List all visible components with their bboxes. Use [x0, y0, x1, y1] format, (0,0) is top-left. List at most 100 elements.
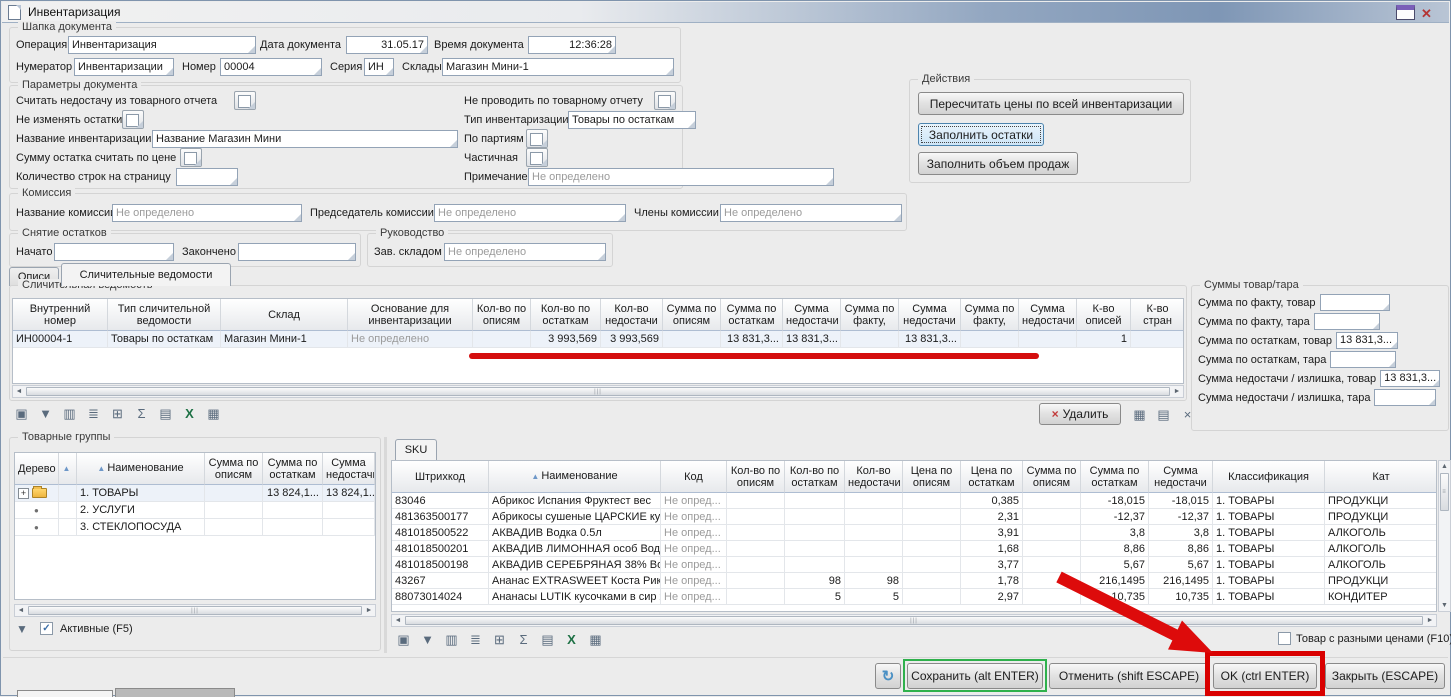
scroll-up-icon[interactable]: ▲ — [1439, 461, 1450, 472]
group-row[interactable]: ● 2. УСЛУГИ — [15, 502, 375, 519]
rows-per-page-input[interactable] — [176, 168, 238, 186]
scroll-thumb[interactable]: ||| — [28, 606, 362, 615]
column-header[interactable]: Сумма по описям — [205, 453, 263, 485]
column-header[interactable]: Кол-во по описям — [473, 299, 531, 331]
table-row[interactable]: 83046Абрикос Испания Фруктест весНе опре… — [392, 493, 1437, 509]
column-header[interactable]: Кол-во по остаткам — [785, 461, 845, 493]
groups-h-scrollbar[interactable]: ◄ ||| ► — [14, 604, 376, 617]
calculator-icon[interactable]: ⊞ — [491, 631, 508, 648]
numbered-list-icon[interactable]: ≣ — [85, 405, 102, 422]
total-input[interactable]: 13 831,3... — [1380, 370, 1440, 387]
scroll-right-icon[interactable]: ► — [1424, 615, 1436, 626]
date-input[interactable]: 31.05.17 — [346, 36, 428, 54]
column-header[interactable]: Код — [661, 461, 727, 493]
scroll-left-icon[interactable]: ◄ — [15, 605, 27, 616]
total-input[interactable]: 13 831,3... — [1336, 332, 1398, 349]
column-header[interactable]: Сумма недостачи — [783, 299, 841, 331]
column-header[interactable]: Кол-во недостачи — [845, 461, 903, 493]
column-header[interactable]: Цена по остаткам — [961, 461, 1023, 493]
table-view-icon[interactable]: ▦ — [1131, 406, 1148, 423]
numbered-list-icon[interactable]: ≣ — [467, 631, 484, 648]
sum-icon[interactable]: Σ — [133, 405, 150, 422]
chairman-input[interactable]: Не определено — [434, 204, 626, 222]
calculator-icon[interactable]: ⊞ — [109, 405, 126, 422]
number-input[interactable]: 00004 — [220, 58, 322, 76]
active-filter-checkbox[interactable]: ✓ — [40, 622, 53, 635]
column-header[interactable]: Сумма недостачи — [1019, 299, 1077, 331]
grid-settings-icon[interactable]: ▦ — [205, 405, 222, 422]
fill-stock-button[interactable]: Заполнить остатки — [918, 123, 1044, 146]
delete-button[interactable]: × Удалить — [1039, 403, 1121, 425]
column-header[interactable]: Сумма по описям — [663, 299, 721, 331]
filter-add-icon[interactable]: ▼ — [37, 405, 54, 422]
note-input[interactable]: Не определено — [528, 168, 834, 186]
by-batch-checkbox[interactable] — [526, 129, 548, 148]
time-input[interactable]: 12:36:28 — [528, 36, 616, 54]
column-header[interactable]: Кол-во недостачи — [601, 299, 663, 331]
filter-add-icon[interactable]: ▼ — [419, 631, 436, 648]
splitter[interactable] — [384, 437, 387, 653]
column-header[interactable]: Тип сличительной ведомости — [108, 299, 221, 331]
column-header[interactable]: Цена по описям — [903, 461, 961, 493]
column-header[interactable]: Сумма по остаткам — [1081, 461, 1149, 493]
sku-v-scrollbar[interactable]: ▲ ≡ ▼ — [1438, 460, 1451, 612]
column-header[interactable]: Кат — [1325, 461, 1437, 493]
operation-input[interactable]: Инвентаризация — [68, 36, 256, 54]
total-input[interactable] — [1374, 389, 1436, 406]
scroll-thumb[interactable]: ≡ — [1440, 473, 1449, 511]
print-icon[interactable]: ▤ — [539, 631, 556, 648]
column-header[interactable]: К-во описей — [1077, 299, 1131, 331]
table-row[interactable]: ИН00004-1Товары по остаткамМагазин Мини-… — [13, 331, 1184, 348]
finished-input[interactable] — [238, 243, 356, 261]
restore-button[interactable] — [1396, 5, 1415, 20]
fill-sales-button[interactable]: Заполнить объем продаж — [918, 152, 1078, 175]
table-row[interactable]: 88073014024Ананасы LUTIK кусочками в сир… — [392, 589, 1437, 605]
group-row[interactable]: + 1. ТОВАРЫ 13 824,1... 13 824,1... — [15, 485, 375, 502]
sheet-h-scrollbar[interactable]: ◄ ||| ► — [12, 385, 1184, 398]
total-input[interactable] — [1314, 313, 1380, 330]
column-header[interactable]: К-во стран — [1131, 299, 1184, 331]
scroll-left-icon[interactable]: ◄ — [392, 615, 404, 626]
excel-export-icon[interactable]: X — [563, 631, 580, 648]
column-header[interactable]: Склад — [221, 299, 348, 331]
column-header[interactable]: Дерево — [15, 453, 59, 485]
started-input[interactable] — [54, 243, 174, 261]
column-header[interactable]: Сумма по факту, — [841, 299, 899, 331]
tab-sku[interactable]: SKU — [395, 439, 437, 460]
column-header[interactable]: Сумма по описям — [1023, 461, 1081, 493]
inventory-type-input[interactable]: Товары по остаткам — [568, 111, 696, 129]
scroll-left-icon[interactable]: ◄ — [13, 386, 25, 397]
column-header[interactable]: ▲Наименование — [77, 453, 205, 485]
scroll-down-icon[interactable]: ▼ — [1439, 600, 1450, 611]
no-report-checkbox[interactable] — [654, 91, 676, 110]
filter-add-icon[interactable]: ▼ — [16, 622, 28, 636]
tab-comparison-sheets[interactable]: Сличительные ведомости — [61, 263, 231, 286]
column-header[interactable]: Сумма недостачи — [899, 299, 961, 331]
warehouses-input[interactable]: Магазин Мини-1 — [442, 58, 674, 76]
column-header[interactable]: Сумма недостачи — [323, 453, 375, 485]
commission-name-input[interactable]: Не определено — [112, 204, 302, 222]
column-header[interactable]: Внутренний номер — [13, 299, 108, 331]
scroll-thumb[interactable]: ||| — [26, 387, 1170, 396]
print-icon[interactable]: ▤ — [157, 405, 174, 422]
column-header-sort[interactable]: ▲ — [59, 453, 77, 485]
members-input[interactable]: Не определено — [720, 204, 902, 222]
excel-export-icon[interactable]: X — [181, 405, 198, 422]
copy-structure-icon[interactable]: ▣ — [395, 631, 412, 648]
columns-icon[interactable]: ▥ — [443, 631, 460, 648]
refresh-button[interactable]: ↻ — [875, 663, 901, 689]
sku-h-scrollbar[interactable]: ◄ ||| ► — [391, 614, 1437, 627]
column-header[interactable]: Сумма по факту, — [961, 299, 1019, 331]
column-header[interactable]: Штрихкод — [392, 461, 489, 493]
partial-checkbox[interactable] — [526, 148, 548, 167]
column-header[interactable]: Классификация — [1213, 461, 1325, 493]
series-input[interactable]: ИН — [364, 58, 394, 76]
sum-icon[interactable]: Σ — [515, 631, 532, 648]
numerator-input[interactable]: Инвентаризации — [74, 58, 174, 76]
recalc-prices-button[interactable]: Пересчитать цены по всей инвентаризации — [918, 92, 1184, 115]
table-row[interactable]: 481018500201АКВАДИВ ЛИМОННАЯ особ Водка.… — [392, 541, 1437, 557]
scroll-right-icon[interactable]: ► — [1171, 386, 1183, 397]
column-header[interactable]: Основание для инвентаризации — [348, 299, 473, 331]
diff-price-checkbox[interactable] — [1278, 632, 1291, 645]
column-header[interactable]: Сумма по остаткам — [263, 453, 323, 485]
